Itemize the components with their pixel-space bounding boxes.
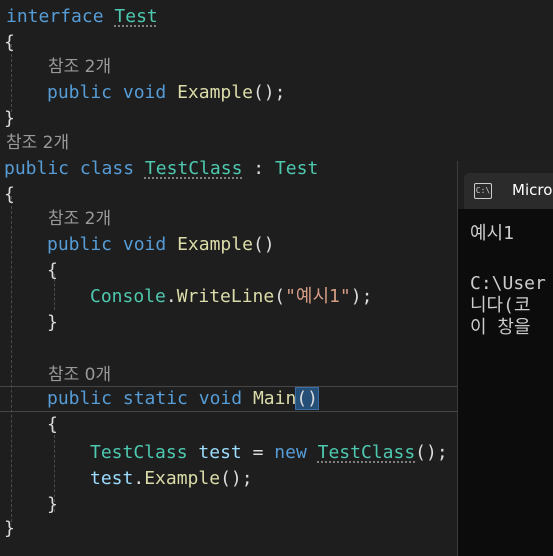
terminal-icon: C:\ xyxy=(474,183,492,199)
code-line-brace[interactable]: { xyxy=(4,30,15,56)
matched-parens: () xyxy=(295,387,319,410)
console-output-line: C:\User xyxy=(470,273,546,294)
method-name: Example xyxy=(177,234,253,255)
code-line-interface[interactable]: interface Test xyxy=(6,4,158,30)
code-line-method-impl[interactable]: public void Example() xyxy=(47,232,275,258)
code-line-brace[interactable]: } xyxy=(4,106,15,132)
code-line-new[interactable]: TestClass test = new TestClass(); xyxy=(90,440,448,466)
code-line-call[interactable]: test.Example(); xyxy=(90,466,253,492)
method-name: Main xyxy=(252,388,297,409)
codelens-references[interactable]: 참조 2개 xyxy=(48,54,111,80)
keyword: interface xyxy=(6,6,104,27)
codelens-references[interactable]: 참조 2개 xyxy=(48,206,111,232)
console-output-line: 이 창을 xyxy=(470,317,531,338)
interface-name[interactable]: Test xyxy=(114,6,157,27)
code-line-main[interactable]: public static void Main() xyxy=(47,386,319,412)
code-line-brace[interactable]: } xyxy=(47,310,58,336)
indent-guide xyxy=(11,196,12,522)
code-line-brace[interactable]: } xyxy=(47,492,58,518)
console-output-line: 예시1 xyxy=(470,223,514,244)
code-line-method-decl[interactable]: public void Example(); xyxy=(47,80,285,106)
code-line-class[interactable]: public class TestClass : Test xyxy=(4,156,318,182)
codelens-references[interactable]: 참조 0개 xyxy=(48,362,111,388)
codelens-references[interactable]: 참조 2개 xyxy=(6,130,69,156)
code-line-brace[interactable]: { xyxy=(4,182,15,208)
method-name: Example xyxy=(177,82,253,103)
base-type: Test xyxy=(274,158,319,179)
class-name[interactable]: TestClass xyxy=(145,158,243,179)
string-literal: "예시1" xyxy=(285,286,351,307)
console-output-line: 니다(코 xyxy=(470,295,531,316)
console-title: Micros xyxy=(512,181,553,199)
code-line-writeline[interactable]: Console.WriteLine("예시1"); xyxy=(90,284,372,310)
code-line-brace[interactable]: { xyxy=(47,412,58,438)
code-line-brace[interactable]: } xyxy=(4,516,15,542)
code-line-brace[interactable]: { xyxy=(47,258,58,284)
console-window[interactable]: C:\ Micros 예시1 C:\User 니다(코 이 창을 xyxy=(457,161,553,556)
